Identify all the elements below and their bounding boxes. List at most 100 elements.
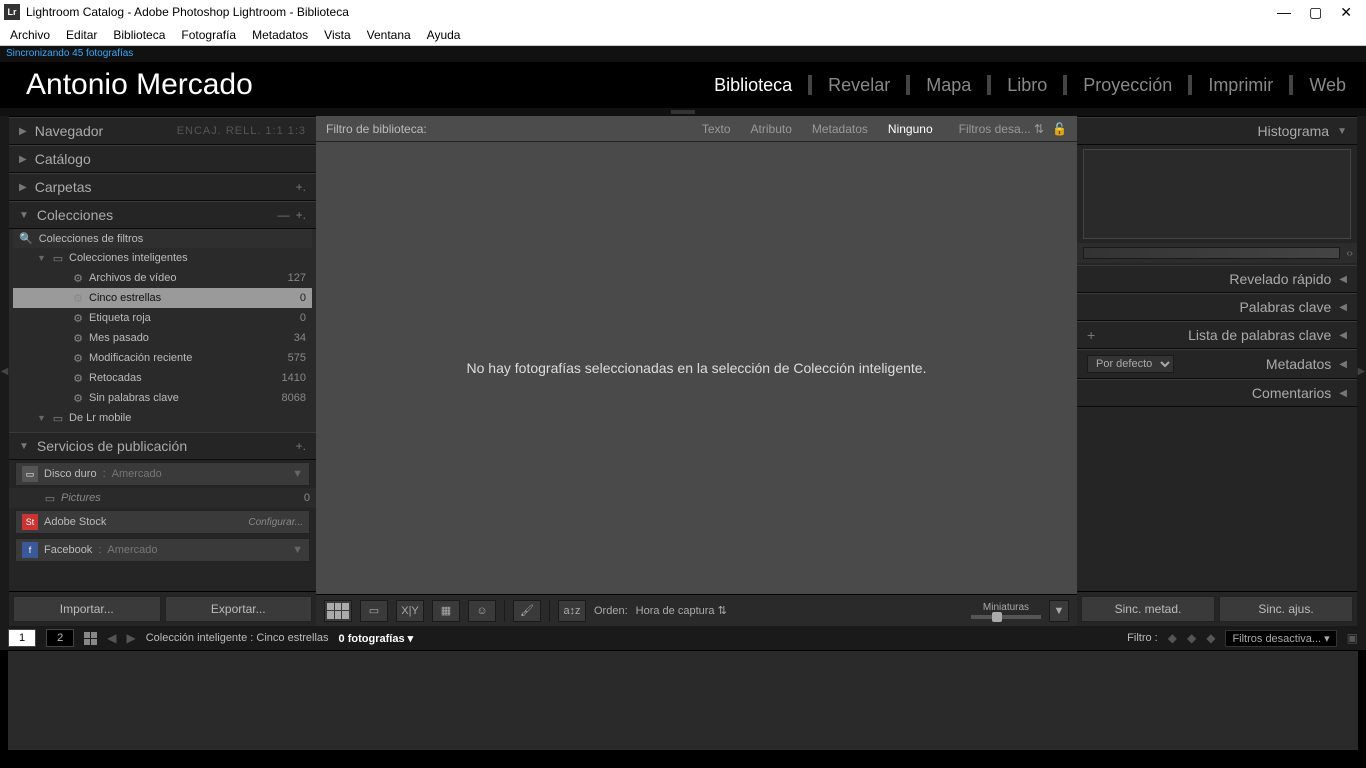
menu-editar[interactable]: Editar xyxy=(66,28,97,42)
module-biblioteca[interactable]: Biblioteca xyxy=(712,75,794,96)
maximize-icon[interactable]: ▢ xyxy=(1309,4,1322,21)
nav-mode-1to1[interactable]: 1:1 xyxy=(265,125,283,137)
collections-filter-row[interactable]: 🔍 Colecciones de filtros xyxy=(13,229,312,248)
people-view-button[interactable]: ☺ xyxy=(468,600,496,622)
panel-catalogo[interactable]: ▶ Catálogo xyxy=(9,145,316,173)
right-panel-grip[interactable]: ▶ xyxy=(1357,116,1366,626)
menu-fotografia[interactable]: Fotografía xyxy=(181,28,236,42)
menu-ayuda[interactable]: Ayuda xyxy=(427,28,461,42)
smart-collections-folder[interactable]: ▼ ▭ Colecciones inteligentes xyxy=(13,248,312,268)
toolbar-menu-button[interactable]: ▼ xyxy=(1049,600,1069,622)
plus-icon[interactable]: + xyxy=(1087,327,1095,343)
lr-mobile-folder[interactable]: ▼▭De Lr mobile xyxy=(13,408,312,428)
survey-view-button[interactable]: ▦ xyxy=(432,600,460,622)
filter-tab-none[interactable]: Ninguno xyxy=(888,122,933,136)
sort-direction-button[interactable]: a↕z xyxy=(558,600,586,622)
left-panel-grip[interactable]: ◀ xyxy=(0,116,9,626)
breadcrumb[interactable]: Colección inteligente : Cinco estrellas xyxy=(146,632,329,644)
publish-adobe-stock[interactable]: St Adobe Stock Configurar... xyxy=(15,510,310,534)
prev-icon[interactable]: ◀ xyxy=(107,631,116,645)
panel-colecciones[interactable]: ▼ Colecciones — +. xyxy=(9,201,316,229)
loupe-view-button[interactable]: ▭ xyxy=(360,600,388,622)
publish-facebook[interactable]: f Facebook : Amercado ▼ xyxy=(15,538,310,562)
sort-dropdown[interactable]: Hora de captura ⇅ xyxy=(636,604,727,617)
minus-icon[interactable]: — xyxy=(278,208,290,222)
grid-view-button[interactable] xyxy=(324,600,352,622)
filter-tab-metadata[interactable]: Metadatos xyxy=(812,122,868,136)
chevron-down-icon[interactable]: ▼ xyxy=(292,468,303,480)
list-item[interactable]: ⚙Sin palabras clave8068 xyxy=(13,388,312,408)
module-imprimir[interactable]: Imprimir xyxy=(1206,75,1275,96)
module-web[interactable]: Web xyxy=(1307,75,1348,96)
menu-vista[interactable]: Vista xyxy=(324,28,350,42)
quick-develop-track[interactable] xyxy=(1083,247,1340,259)
filter-tab-attribute[interactable]: Atributo xyxy=(751,122,792,136)
plus-icon[interactable]: +. xyxy=(296,208,306,222)
module-mapa[interactable]: Mapa xyxy=(924,75,973,96)
photo-count[interactable]: 0 fotografías ▾ xyxy=(339,632,414,645)
panel-comments[interactable]: Comentarios ◀ xyxy=(1077,379,1357,407)
metadata-preset-dropdown[interactable]: Por defecto xyxy=(1087,355,1174,373)
publish-pictures[interactable]: ▭ Pictures 0 xyxy=(9,488,316,508)
panel-keywords[interactable]: Palabras clave ◀ xyxy=(1077,293,1357,321)
panel-publish[interactable]: ▼ Servicios de publicación +. xyxy=(9,432,316,460)
nav-mode-fill[interactable]: RELL. xyxy=(226,125,262,137)
sync-settings-button[interactable]: Sinc. ajus. xyxy=(1219,596,1353,622)
stepper-icon[interactable]: ‹› xyxy=(1346,248,1353,259)
panel-carpetas-label: Carpetas xyxy=(35,179,92,195)
sync-status: Sincronizando 45 fotografías xyxy=(0,46,1366,62)
filter-preset-dropdown[interactable]: Filtros desa... ⇅ xyxy=(959,122,1044,136)
module-revelar[interactable]: Revelar xyxy=(826,75,892,96)
module-proyeccion[interactable]: Proyección xyxy=(1081,75,1174,96)
module-libro[interactable]: Libro xyxy=(1005,75,1049,96)
filmstrip[interactable] xyxy=(8,650,1358,750)
menu-archivo[interactable]: Archivo xyxy=(10,28,50,42)
panel-carpetas[interactable]: ▶ Carpetas +. xyxy=(9,173,316,201)
list-item[interactable]: ⚙Etiqueta roja0 xyxy=(13,308,312,328)
panel-navegador[interactable]: ▶ Navegador ENCAJ. RELL. 1:1 1:3 xyxy=(9,117,316,145)
painter-tool-button[interactable]: 🖌 xyxy=(513,600,541,622)
sync-metadata-button[interactable]: Sinc. metad. xyxy=(1081,596,1215,622)
menu-metadatos[interactable]: Metadatos xyxy=(252,28,308,42)
app-icon: Lr xyxy=(4,4,20,20)
panel-comments-label: Comentarios xyxy=(1252,385,1331,401)
panel-keyword-list[interactable]: + Lista de palabras clave ◀ xyxy=(1077,321,1357,349)
menu-ventana[interactable]: Ventana xyxy=(367,28,411,42)
grid-view: No hay fotografías seleccionadas en la s… xyxy=(316,142,1077,594)
plus-icon[interactable]: +. xyxy=(296,439,306,453)
next-icon[interactable]: ▶ xyxy=(126,631,135,645)
lock-icon[interactable]: 🔓 xyxy=(1052,122,1067,136)
minimize-icon[interactable]: — xyxy=(1277,4,1291,21)
list-item[interactable]: ⚙Mes pasado34 xyxy=(13,328,312,348)
filter-tab-text[interactable]: Texto xyxy=(702,122,731,136)
flag-unflag-icon[interactable]: ◆ xyxy=(1187,631,1196,645)
close-icon[interactable]: ✕ xyxy=(1340,4,1352,21)
publish-harddrive[interactable]: ▭ Disco duro : Amercado ▼ xyxy=(15,462,310,486)
chevron-down-icon[interactable]: ▼ xyxy=(292,544,303,556)
list-item[interactable]: ⚙Modificación reciente575 xyxy=(13,348,312,368)
panel-metadata[interactable]: Por defecto Metadatos ◀ xyxy=(1077,349,1357,379)
flag-reject-icon[interactable]: ◆ xyxy=(1206,631,1215,645)
publish-stock-configure[interactable]: Configurar... xyxy=(248,517,303,528)
panel-histograma[interactable]: Histograma ▼ xyxy=(1077,117,1357,145)
publish-harddrive-user: Amercado xyxy=(112,468,162,480)
panel-quick-develop[interactable]: Revelado rápido ◀ xyxy=(1077,265,1357,293)
lock-icon[interactable]: ▣ xyxy=(1347,631,1358,645)
list-item[interactable]: ⚙Archivos de vídeo127 xyxy=(13,268,312,288)
main-display-button[interactable]: 1 xyxy=(8,629,36,647)
menu-biblioteca[interactable]: Biblioteca xyxy=(113,28,165,42)
list-item[interactable]: ⚙Retocadas1410 xyxy=(13,368,312,388)
thumbnail-size-slider[interactable] xyxy=(971,615,1041,619)
grid-icon[interactable] xyxy=(84,632,97,645)
import-button[interactable]: Importar... xyxy=(13,596,161,622)
filter-preset-dropdown[interactable]: Filtros desactiva... ▾ xyxy=(1225,630,1336,647)
list-item[interactable]: ⚙Cinco estrellas0 xyxy=(13,288,312,308)
top-panel-grip[interactable] xyxy=(0,108,1366,116)
nav-mode-1to3[interactable]: 1:3 xyxy=(288,125,306,137)
compare-view-button[interactable]: X|Y xyxy=(396,600,424,622)
second-display-button[interactable]: 2 xyxy=(46,629,74,647)
export-button[interactable]: Exportar... xyxy=(165,596,313,622)
add-folder-icon[interactable]: +. xyxy=(296,180,306,194)
nav-mode-fit[interactable]: ENCAJ. xyxy=(177,125,222,137)
flag-pick-icon[interactable]: ◆ xyxy=(1168,631,1177,645)
